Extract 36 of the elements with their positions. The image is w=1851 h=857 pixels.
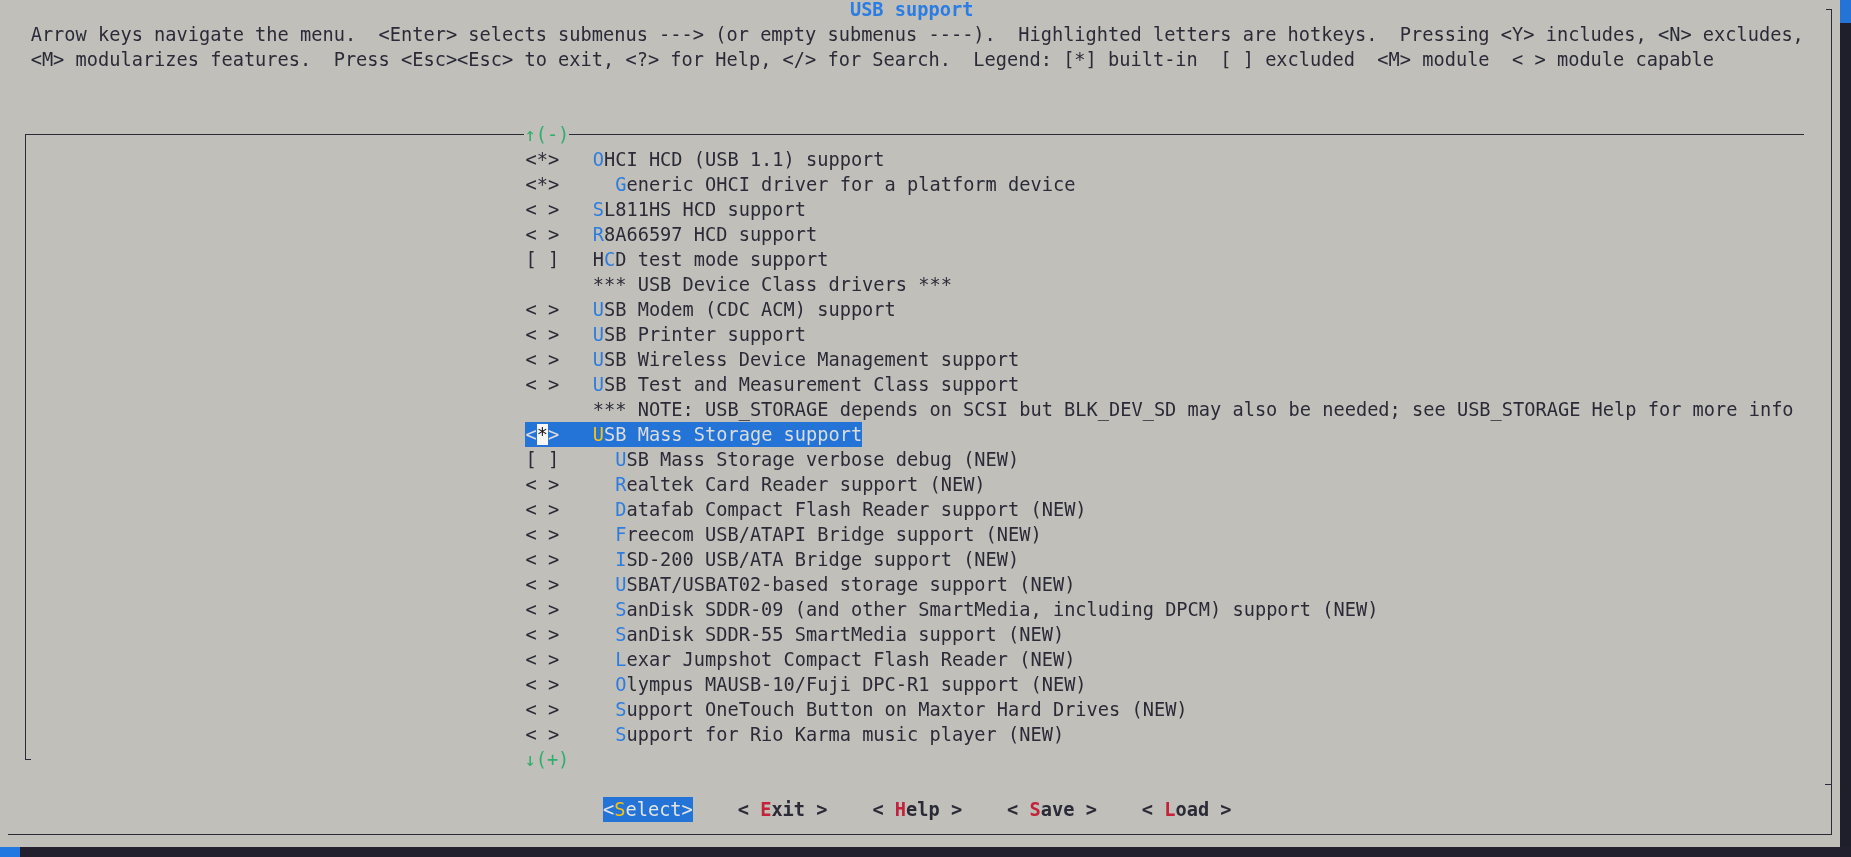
menu-item[interactable]: < > USB Printer support <box>525 322 806 347</box>
menu-item[interactable]: < > USBAT/USBAT02-based storage support (NEW) <box>525 572 1076 597</box>
menu-item[interactable]: < > Lexar Jumpshot Compact Flash Reader (NEW) <box>525 647 1076 672</box>
menu-item[interactable]: [ ] USB Mass Storage verbose debug (NEW) <box>525 447 1020 472</box>
menu-item[interactable]: <*> OHCI HCD (USB 1.1) support <box>525 147 885 172</box>
help-text: Arrow keys navigate the menu. <Enter> selects submenus ---> (or empty submenus ----). Highlighted letters are hotkeys. Pressing <Y> includes, <N> excludes, <M> modularizes features. Press <Esc><Esc> to exit, <?> for Help, </> for Search. Legend: [*] built-in [ ] excluded <M> module < > module capable <box>30 23 1804 72</box>
scroll-up-indicator: ↑(-) <box>524 123 570 147</box>
status-indicator <box>0 847 20 857</box>
menu-item[interactable]: < > Freecom USB/ATAPI Bridge support (NEW) <box>525 522 1042 547</box>
menu-item[interactable]: < > Olympus MAUSB-10/Fuji DPC-R1 support (NEW) <box>525 672 1087 697</box>
menu-comment: *** NOTE: USB_STORAGE depends on SCSI but BLK_DEV_SD may also be needed; see USB_STORAGE Help for more info <box>592 398 1794 422</box>
dialog-button[interactable]: < Load > <box>1141 797 1232 822</box>
scrollbar-thumb[interactable] <box>1840 0 1851 23</box>
menu-item[interactable]: < > ISD-200 USB/ATA Bridge support (NEW) <box>525 547 1020 572</box>
dialog-button[interactable]: <Select> <box>603 797 693 822</box>
menu-item[interactable]: < > R8A66597 HCD support <box>525 222 818 247</box>
scrollbar[interactable] <box>1840 0 1851 847</box>
menu-item[interactable]: < > USB Modem (CDC ACM) support <box>525 297 896 322</box>
menu-item[interactable]: < > USB Wireless Device Management support <box>525 347 1020 372</box>
menu-comment: *** USB Device Class drivers *** <box>592 273 952 297</box>
dialog-button[interactable]: < Save > <box>1007 797 1097 822</box>
menu-item[interactable]: < > Realtek Card Reader support (NEW) <box>525 472 986 497</box>
menu-item[interactable]: <*> USB Mass Storage support <box>525 422 863 447</box>
dialog-title: USB support <box>849 0 974 22</box>
menu-item[interactable]: < > SL811HS HCD support <box>525 197 806 222</box>
menu-item[interactable]: < > SanDisk SDDR-09 (and other SmartMedia, including DPCM) support (NEW) <box>525 597 1379 622</box>
menu-item[interactable]: [ ] HCD test mode support <box>525 247 829 272</box>
menu-item[interactable]: <*> Generic OHCI driver for a platform device <box>525 172 1076 197</box>
menu-item[interactable]: < > Datafab Compact Flash Reader support (NEW) <box>525 497 1087 522</box>
menu-item[interactable]: < > Support for Rio Karma music player (NEW) <box>525 722 1065 747</box>
menu-item[interactable]: < > Support OneTouch Button on Maxtor Hard Drives (NEW) <box>525 697 1188 722</box>
dialog-button[interactable]: < Exit > <box>737 797 828 822</box>
scroll-down-indicator: ↓(+) <box>524 748 570 772</box>
menu-item[interactable]: < > USB Test and Measurement Class support <box>525 372 1020 397</box>
dialog-button[interactable]: < Help > <box>872 797 963 822</box>
menu-item[interactable]: < > SanDisk SDDR-55 SmartMedia support (NEW) <box>525 622 1065 647</box>
